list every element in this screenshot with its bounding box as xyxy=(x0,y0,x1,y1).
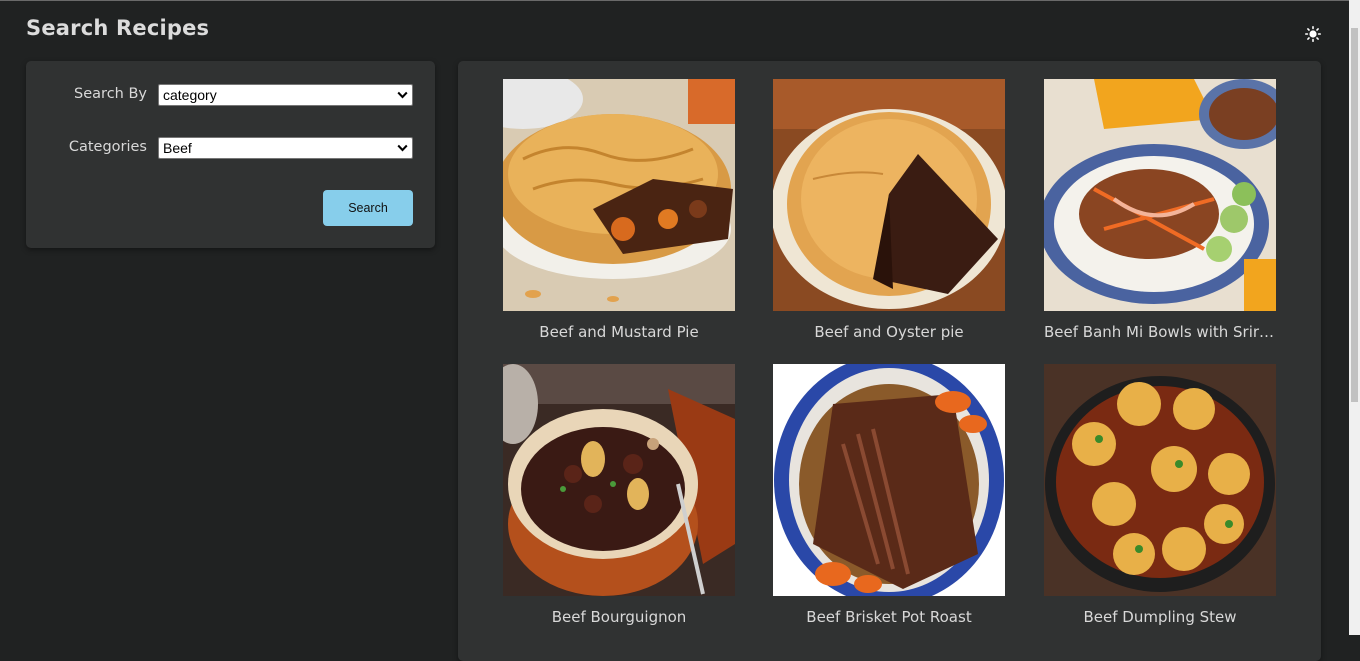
recipe-title[interactable]: Beef Banh Mi Bowls with Sriracha Mayo, C… xyxy=(1044,323,1276,341)
recipe-card[interactable]: Beef Brisket Pot Roast xyxy=(773,364,1005,626)
recipe-image[interactable] xyxy=(1044,364,1276,596)
page-title: Search Recipes xyxy=(26,16,210,40)
search-by-label: Search By xyxy=(74,86,147,102)
categories-value: Beef xyxy=(163,140,192,156)
recipe-image[interactable] xyxy=(773,364,1005,596)
recipe-title[interactable]: Beef and Oyster pie xyxy=(773,323,1005,341)
recipe-title[interactable]: Beef and Mustard Pie xyxy=(503,323,735,341)
search-by-row: Search By category xyxy=(26,84,435,106)
recipe-image[interactable] xyxy=(503,364,735,596)
recipe-card[interactable]: Beef Banh Mi Bowls with Sriracha Mayo, C… xyxy=(1044,79,1276,341)
search-by-value: category xyxy=(163,87,217,103)
recipe-title[interactable]: Beef Brisket Pot Roast xyxy=(773,608,1005,626)
chevron-down-icon xyxy=(397,144,408,152)
recipe-title[interactable]: Beef Dumpling Stew xyxy=(1044,608,1276,626)
search-panel: Search By category Categories Beef Searc… xyxy=(26,61,435,248)
recipe-card[interactable]: Beef and Mustard Pie xyxy=(503,79,735,341)
search-by-select[interactable]: category xyxy=(158,84,413,106)
theme-toggle-button[interactable] xyxy=(1302,23,1324,45)
recipe-card[interactable]: Beef Bourguignon xyxy=(503,364,735,626)
categories-select[interactable]: Beef xyxy=(158,137,413,159)
categories-label: Categories xyxy=(68,139,147,155)
window-top-border xyxy=(0,0,1360,1)
scrollbar-thumb[interactable] xyxy=(1351,28,1358,402)
recipe-card[interactable]: Beef and Oyster pie xyxy=(773,79,1005,341)
recipe-image[interactable] xyxy=(773,79,1005,311)
categories-row: Categories Beef xyxy=(26,137,435,159)
recipe-image[interactable] xyxy=(1044,79,1276,311)
sun-icon xyxy=(1305,26,1321,42)
recipe-title[interactable]: Beef Bourguignon xyxy=(503,608,735,626)
recipe-card[interactable]: Beef Dumpling Stew xyxy=(1044,364,1276,626)
search-button[interactable]: Search xyxy=(323,190,413,226)
page-scrollbar[interactable] xyxy=(1349,0,1360,635)
results-panel: Beef and Mustard Pie Beef and Oyster pie xyxy=(458,61,1321,661)
recipe-image[interactable] xyxy=(503,79,735,311)
chevron-down-icon xyxy=(397,91,408,99)
